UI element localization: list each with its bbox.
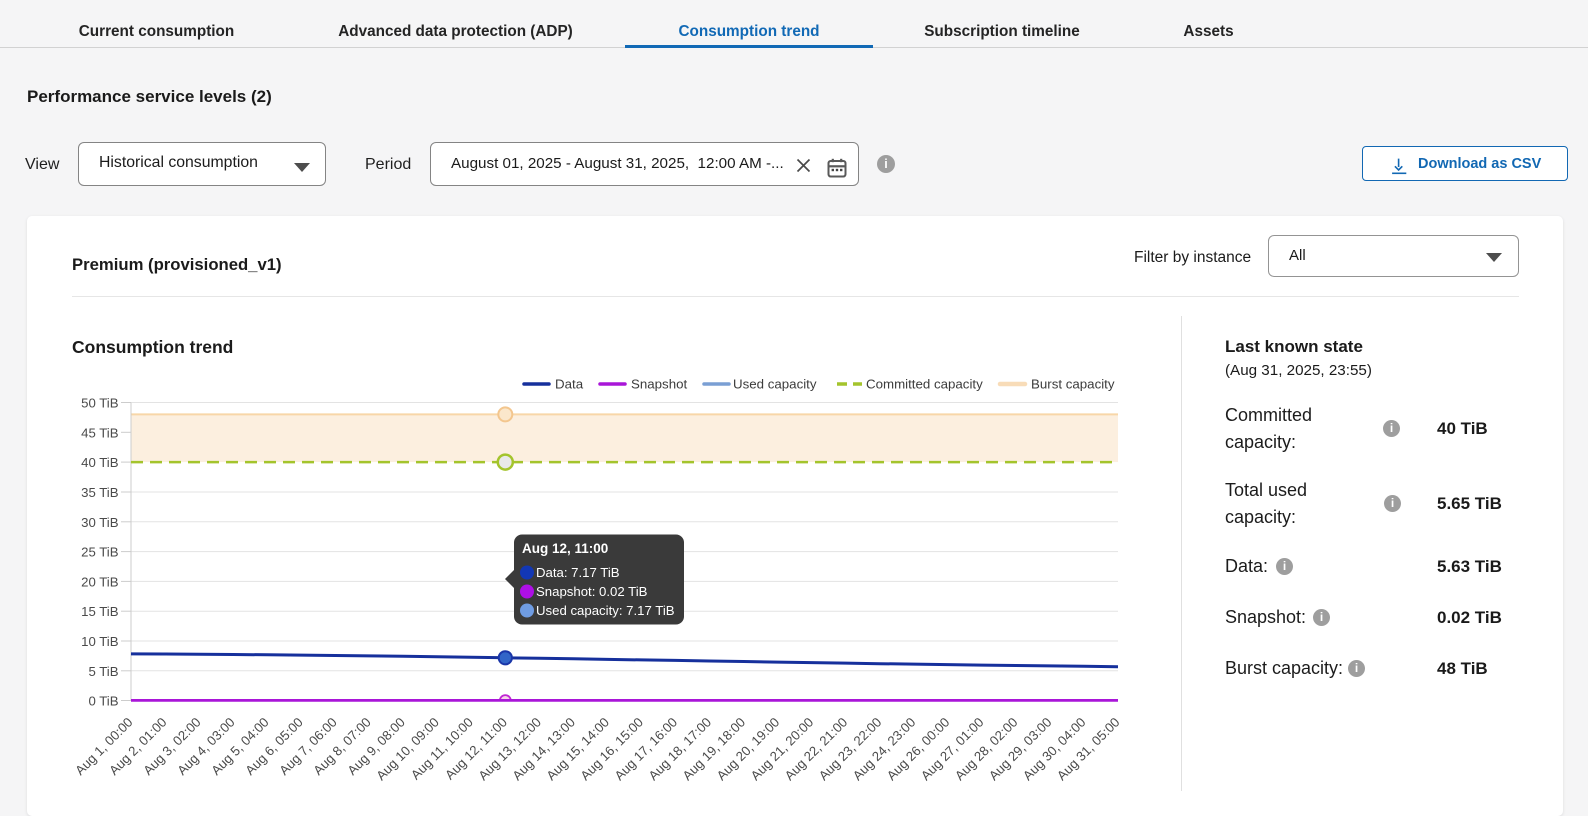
svg-text:Burst capacity: Burst capacity xyxy=(1031,377,1115,392)
svg-text:20 TiB: 20 TiB xyxy=(81,574,119,589)
svg-text:Used capacity: Used capacity xyxy=(733,377,817,392)
svg-text:Aug 12, 11:00: Aug 12, 11:00 xyxy=(522,541,608,556)
svg-text:Committed capacity: Committed capacity xyxy=(866,377,983,392)
svg-text:Data: 7.17 TiB: Data: 7.17 TiB xyxy=(536,565,620,580)
svg-text:30 TiB: 30 TiB xyxy=(81,515,119,530)
svg-text:35 TiB: 35 TiB xyxy=(81,485,119,500)
svg-text:5 TiB: 5 TiB xyxy=(88,664,118,679)
svg-text:Data: Data xyxy=(555,377,584,392)
svg-text:Snapshot: 0.02 TiB: Snapshot: 0.02 TiB xyxy=(536,584,648,599)
svg-text:0 TiB: 0 TiB xyxy=(88,694,118,709)
svg-text:25 TiB: 25 TiB xyxy=(81,545,119,560)
svg-text:40 TiB: 40 TiB xyxy=(81,455,119,470)
svg-text:50 TiB: 50 TiB xyxy=(81,396,119,411)
svg-text:45 TiB: 45 TiB xyxy=(81,425,119,440)
svg-text:10 TiB: 10 TiB xyxy=(81,634,119,649)
svg-text:15 TiB: 15 TiB xyxy=(81,604,119,619)
svg-text:Used capacity: 7.17 TiB: Used capacity: 7.17 TiB xyxy=(536,603,675,618)
svg-text:Snapshot: Snapshot xyxy=(631,377,687,392)
